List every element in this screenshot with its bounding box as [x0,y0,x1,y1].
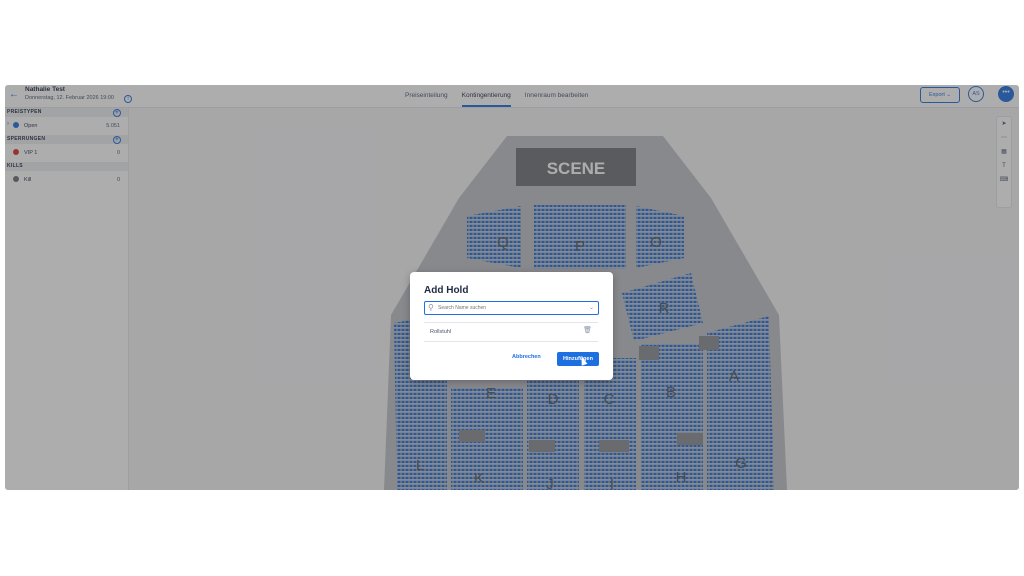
add-hold-dialog: Add Hold ⚲ ⌄ Rollstuhl 🗑 Abbrechen Hinzu… [410,272,613,380]
chevron-down-icon[interactable]: ⌄ [589,302,594,314]
add-button[interactable]: Hinzufügen [557,352,599,366]
search-icon: ⚲ [428,303,434,312]
trash-icon[interactable]: 🗑 [583,326,592,334]
list-item[interactable]: Rollstuhl 🗑 [424,322,598,342]
search-input[interactable] [438,303,588,313]
hold-search-select[interactable]: ⚲ ⌄ [424,301,599,315]
cancel-button[interactable]: Abbrechen [512,354,541,360]
dialog-title: Add Hold [424,285,469,296]
hold-item-label: Rollstuhl [430,329,452,335]
